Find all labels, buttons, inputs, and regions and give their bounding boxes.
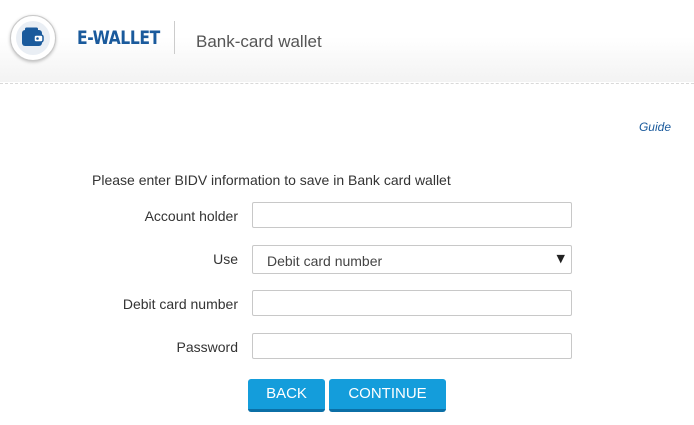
use-label: Use <box>213 251 238 267</box>
back-button[interactable]: BACK <box>248 379 325 412</box>
header-divider <box>0 83 694 84</box>
debit-card-number-label: Debit card number <box>122 296 238 312</box>
account-holder-label: Account holder <box>144 208 238 224</box>
wallet-icon <box>22 27 44 46</box>
use-select-value: Debit card number <box>267 253 383 269</box>
use-select[interactable]: Debit card number ▼ <box>252 245 572 274</box>
form-intro-text: Please enter BIDV information to save in… <box>92 172 451 188</box>
page-subtitle: Bank-card wallet <box>196 32 322 51</box>
password-label: Password <box>176 339 238 355</box>
continue-button[interactable]: CONTINUE <box>329 379 446 412</box>
password-input[interactable] <box>252 333 572 359</box>
debit-card-number-input[interactable] <box>252 290 572 316</box>
guide-link[interactable]: Guide <box>639 120 671 134</box>
dropdown-arrow-icon: ▼ <box>556 252 565 265</box>
header-vertical-divider <box>174 21 175 54</box>
brand-title: E-WALLET <box>77 27 160 49</box>
wallet-logo <box>10 15 56 61</box>
account-holder-input[interactable] <box>252 202 572 228</box>
